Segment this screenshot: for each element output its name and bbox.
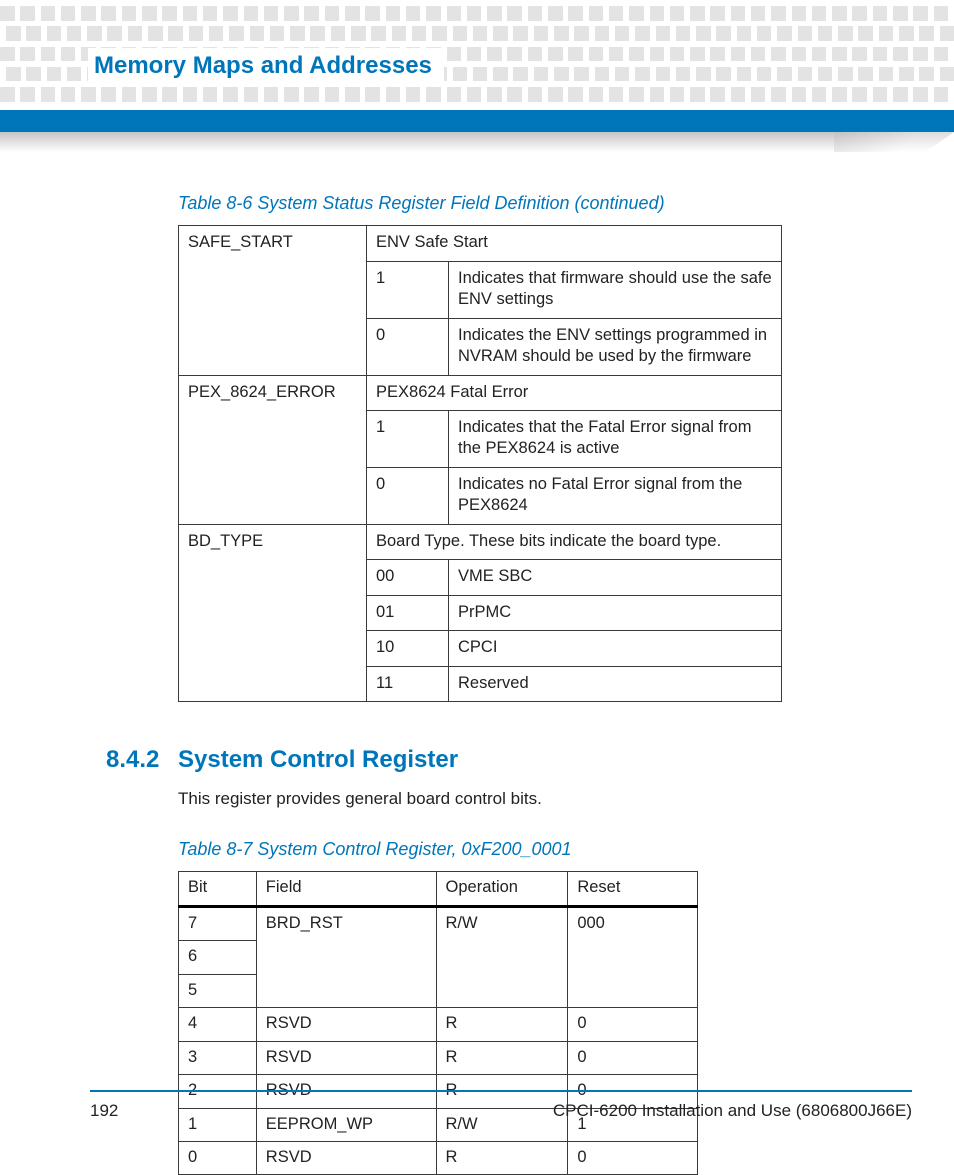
cell-bit: 0 xyxy=(179,1141,257,1174)
header-blue-bar xyxy=(0,110,954,132)
cell-reset: 000 xyxy=(568,906,698,1007)
page-footer: 192 CPCI-6200 Installation and Use (6806… xyxy=(0,1090,954,1122)
table-8-6: SAFE_STARTENV Safe Start1Indicates that … xyxy=(178,225,782,702)
section-number: 8.4.2 xyxy=(106,744,159,775)
table-row: 7BRD_RSTR/W000 xyxy=(179,906,698,940)
field-value: 0 xyxy=(367,467,449,524)
cell-reset: 0 xyxy=(568,1008,698,1041)
field-heading: Board Type. These bits indicate the boar… xyxy=(367,524,782,559)
field-value: 1 xyxy=(367,411,449,468)
cell-operation: R/W xyxy=(436,906,568,1007)
section-heading: 8.4.2 System Control Register xyxy=(90,744,864,774)
cell-reset: 0 xyxy=(568,1041,698,1074)
cell-reset: 0 xyxy=(568,1141,698,1174)
field-name: PEX_8624_ERROR xyxy=(179,375,367,524)
header-gray-wedge xyxy=(0,132,954,152)
field-description: CPCI xyxy=(449,631,782,666)
table-row: 0RSVDR0 xyxy=(179,1141,698,1174)
cell-bit: 4 xyxy=(179,1008,257,1041)
cell-bit: 6 xyxy=(179,941,257,974)
cell-field: RSVD xyxy=(256,1141,436,1174)
table-row: 4RSVDR0 xyxy=(179,1008,698,1041)
page-content: Table 8-6 System Status Register Field D… xyxy=(0,170,954,1175)
cell-field: RSVD xyxy=(256,1041,436,1074)
cell-bit: 3 xyxy=(179,1041,257,1074)
table-8-7-caption: Table 8-7 System Control Register, 0xF20… xyxy=(178,838,864,861)
field-description: Reserved xyxy=(449,666,782,701)
table-8-6-caption: Table 8-6 System Status Register Field D… xyxy=(178,192,864,215)
field-description: PrPMC xyxy=(449,595,782,630)
field-heading: PEX8624 Fatal Error xyxy=(367,375,782,410)
cell-bit: 7 xyxy=(179,906,257,940)
field-description: Indicates the ENV settings programmed in… xyxy=(449,318,782,375)
table-row: BD_TYPEBoard Type. These bits indicate t… xyxy=(179,524,782,559)
table-header-row: Bit Field Operation Reset xyxy=(179,872,698,906)
field-value: 0 xyxy=(367,318,449,375)
field-heading: ENV Safe Start xyxy=(367,226,782,261)
cell-operation: R xyxy=(436,1008,568,1041)
col-bit: Bit xyxy=(179,872,257,906)
col-operation: Operation xyxy=(436,872,568,906)
field-name: SAFE_START xyxy=(179,226,367,375)
field-value: 11 xyxy=(367,666,449,701)
field-description: Indicates that the Fatal Error signal fr… xyxy=(449,411,782,468)
field-description: Indicates that firmware should use the s… xyxy=(449,261,782,318)
col-reset: Reset xyxy=(568,872,698,906)
field-value: 00 xyxy=(367,560,449,595)
cell-field: RSVD xyxy=(256,1008,436,1041)
page-header: Memory Maps and Addresses xyxy=(0,0,954,150)
cell-bit: 5 xyxy=(179,974,257,1007)
document-id: CPCI-6200 Installation and Use (6806800J… xyxy=(553,1100,912,1122)
field-value: 1 xyxy=(367,261,449,318)
cell-operation: R xyxy=(436,1141,568,1174)
section-intro-text: This register provides general board con… xyxy=(178,788,864,810)
table-8-7: Bit Field Operation Reset 7BRD_RSTR/W000… xyxy=(178,871,698,1175)
field-name: BD_TYPE xyxy=(179,524,367,701)
table-row: PEX_8624_ERRORPEX8624 Fatal Error xyxy=(179,375,782,410)
table-row: 3RSVDR0 xyxy=(179,1041,698,1074)
field-description: Indicates no Fatal Error signal from the… xyxy=(449,467,782,524)
field-description: VME SBC xyxy=(449,560,782,595)
table-row: SAFE_STARTENV Safe Start xyxy=(179,226,782,261)
field-value: 01 xyxy=(367,595,449,630)
page-number: 192 xyxy=(90,1100,118,1122)
col-field: Field xyxy=(256,872,436,906)
chapter-title: Memory Maps and Addresses xyxy=(88,48,444,83)
cell-operation: R xyxy=(436,1041,568,1074)
field-value: 10 xyxy=(367,631,449,666)
section-title: System Control Register xyxy=(178,744,458,775)
cell-field: BRD_RST xyxy=(256,906,436,1007)
